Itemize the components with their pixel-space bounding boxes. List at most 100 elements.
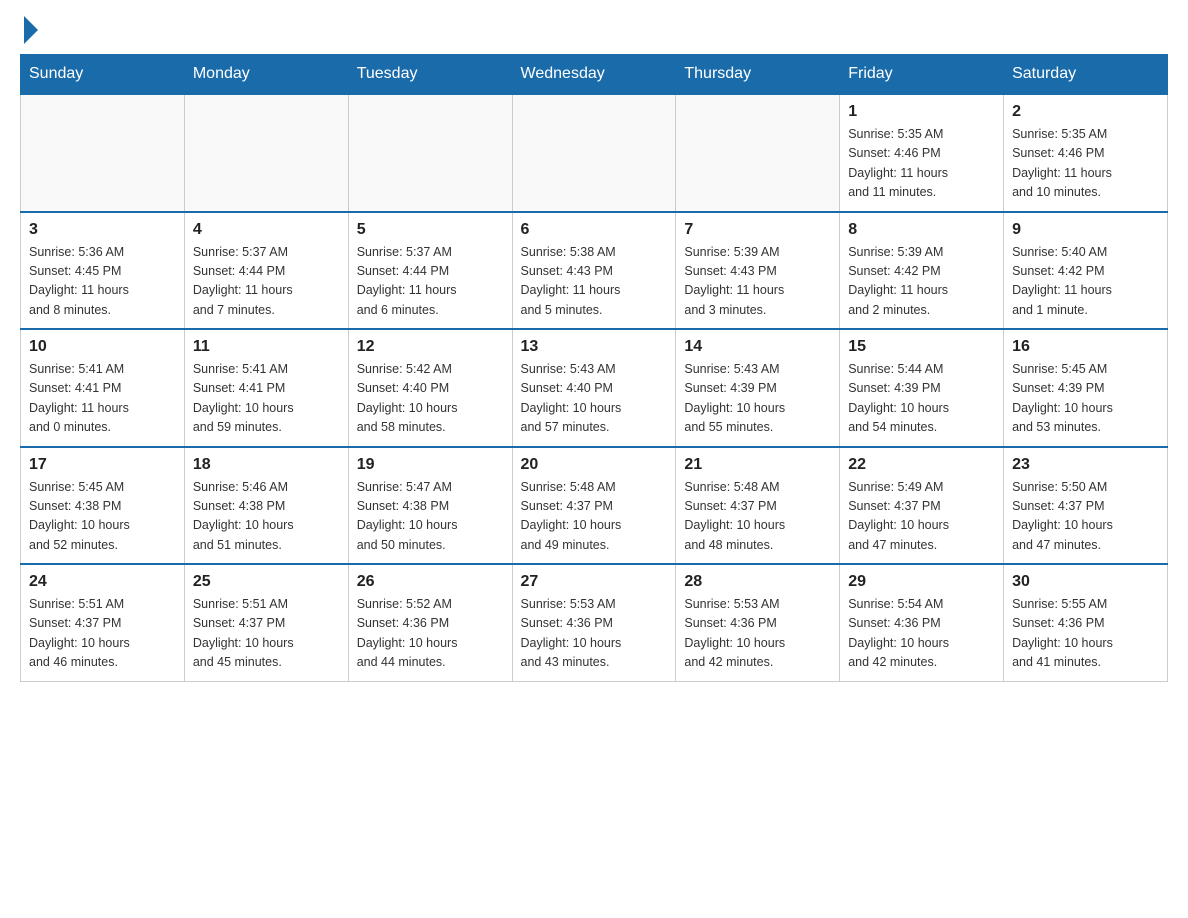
day-info: Sunrise: 5:43 AM Sunset: 4:40 PM Dayligh… xyxy=(521,360,668,438)
day-number: 28 xyxy=(684,573,831,591)
calendar-cell: 12 Sunrise: 5:42 AM Sunset: 4:40 PM Dayli… xyxy=(348,329,512,447)
calendar-cell xyxy=(512,94,676,212)
day-number: 6 xyxy=(521,221,668,239)
day-info: Sunrise: 5:53 AM Sunset: 4:36 PM Dayligh… xyxy=(684,595,831,673)
day-number: 3 xyxy=(29,221,176,239)
day-number: 2 xyxy=(1012,103,1159,121)
page-header xyxy=(20,20,1168,44)
calendar-table: SundayMondayTuesdayWednesdayThursdayFrid… xyxy=(20,54,1168,682)
day-number: 21 xyxy=(684,456,831,474)
calendar-cell: 4 Sunrise: 5:37 AM Sunset: 4:44 PM Daylig… xyxy=(184,212,348,330)
calendar-cell: 3Sunrise: 5:36 AM Sunset: 4:45 PM Daylig… xyxy=(21,212,185,330)
day-info: Sunrise: 5:35 AM Sunset: 4:46 PM Dayligh… xyxy=(1012,125,1159,203)
day-info: Sunrise: 5:39 AM Sunset: 4:42 PM Dayligh… xyxy=(848,243,995,321)
day-number: 8 xyxy=(848,221,995,239)
calendar-cell: 19 Sunrise: 5:47 AM Sunset: 4:38 PM Dayli… xyxy=(348,447,512,565)
weekday-header-thursday: Thursday xyxy=(676,55,840,95)
day-info: Sunrise: 5:53 AM Sunset: 4:36 PM Dayligh… xyxy=(521,595,668,673)
day-info: Sunrise: 5:41 AM Sunset: 4:41 PM Dayligh… xyxy=(193,360,340,438)
calendar-week-2: 3Sunrise: 5:36 AM Sunset: 4:45 PM Daylig… xyxy=(21,212,1168,330)
day-info: Sunrise: 5:45 AM Sunset: 4:39 PM Dayligh… xyxy=(1012,360,1159,438)
day-info: Sunrise: 5:47 AM Sunset: 4:38 PM Dayligh… xyxy=(357,478,504,556)
day-number: 19 xyxy=(357,456,504,474)
day-number: 16 xyxy=(1012,338,1159,356)
day-number: 12 xyxy=(357,338,504,356)
calendar-cell xyxy=(21,94,185,212)
calendar-cell: 8 Sunrise: 5:39 AM Sunset: 4:42 PM Daylig… xyxy=(840,212,1004,330)
weekday-header-monday: Monday xyxy=(184,55,348,95)
day-info: Sunrise: 5:44 AM Sunset: 4:39 PM Dayligh… xyxy=(848,360,995,438)
calendar-cell: 29 Sunrise: 5:54 AM Sunset: 4:36 PM Dayli… xyxy=(840,564,1004,681)
day-info: Sunrise: 5:38 AM Sunset: 4:43 PM Dayligh… xyxy=(521,243,668,321)
day-number: 14 xyxy=(684,338,831,356)
day-number: 13 xyxy=(521,338,668,356)
day-info: Sunrise: 5:37 AM Sunset: 4:44 PM Dayligh… xyxy=(357,243,504,321)
day-info: Sunrise: 5:51 AM Sunset: 4:37 PM Dayligh… xyxy=(193,595,340,673)
calendar-cell xyxy=(348,94,512,212)
day-number: 4 xyxy=(193,221,340,239)
calendar-cell: 7Sunrise: 5:39 AM Sunset: 4:43 PM Daylig… xyxy=(676,212,840,330)
calendar-cell: 21 Sunrise: 5:48 AM Sunset: 4:37 PM Dayli… xyxy=(676,447,840,565)
calendar-week-5: 24 Sunrise: 5:51 AM Sunset: 4:37 PM Dayli… xyxy=(21,564,1168,681)
weekday-header-friday: Friday xyxy=(840,55,1004,95)
day-info: Sunrise: 5:37 AM Sunset: 4:44 PM Dayligh… xyxy=(193,243,340,321)
calendar-cell: 25 Sunrise: 5:51 AM Sunset: 4:37 PM Dayli… xyxy=(184,564,348,681)
calendar-cell: 10Sunrise: 5:41 AM Sunset: 4:41 PM Dayli… xyxy=(21,329,185,447)
weekday-header-sunday: Sunday xyxy=(21,55,185,95)
calendar-cell xyxy=(184,94,348,212)
day-info: Sunrise: 5:41 AM Sunset: 4:41 PM Dayligh… xyxy=(29,360,176,438)
calendar-cell: 13 Sunrise: 5:43 AM Sunset: 4:40 PM Dayli… xyxy=(512,329,676,447)
calendar-cell: 17 Sunrise: 5:45 AM Sunset: 4:38 PM Dayli… xyxy=(21,447,185,565)
day-number: 29 xyxy=(848,573,995,591)
calendar-cell xyxy=(676,94,840,212)
day-info: Sunrise: 5:55 AM Sunset: 4:36 PM Dayligh… xyxy=(1012,595,1159,673)
day-number: 27 xyxy=(521,573,668,591)
calendar-week-1: 1 Sunrise: 5:35 AM Sunset: 4:46 PM Daylig… xyxy=(21,94,1168,212)
calendar-cell: 22 Sunrise: 5:49 AM Sunset: 4:37 PM Dayli… xyxy=(840,447,1004,565)
calendar-cell: 24Sunrise: 5:51 AM Sunset: 4:37 PM Dayli… xyxy=(21,564,185,681)
day-number: 18 xyxy=(193,456,340,474)
day-info: Sunrise: 5:43 AM Sunset: 4:39 PM Dayligh… xyxy=(684,360,831,438)
day-number: 17 xyxy=(29,456,176,474)
logo-arrow-icon xyxy=(24,16,38,44)
day-info: Sunrise: 5:49 AM Sunset: 4:37 PM Dayligh… xyxy=(848,478,995,556)
calendar-cell: 9 Sunrise: 5:40 AM Sunset: 4:42 PM Daylig… xyxy=(1004,212,1168,330)
weekday-header-tuesday: Tuesday xyxy=(348,55,512,95)
day-info: Sunrise: 5:35 AM Sunset: 4:46 PM Dayligh… xyxy=(848,125,995,203)
calendar-cell: 2 Sunrise: 5:35 AM Sunset: 4:46 PM Daylig… xyxy=(1004,94,1168,212)
day-number: 25 xyxy=(193,573,340,591)
calendar-cell: 30Sunrise: 5:55 AM Sunset: 4:36 PM Dayli… xyxy=(1004,564,1168,681)
logo xyxy=(20,20,60,44)
day-number: 20 xyxy=(521,456,668,474)
calendar-cell: 5Sunrise: 5:37 AM Sunset: 4:44 PM Daylig… xyxy=(348,212,512,330)
calendar-cell: 26Sunrise: 5:52 AM Sunset: 4:36 PM Dayli… xyxy=(348,564,512,681)
day-info: Sunrise: 5:42 AM Sunset: 4:40 PM Dayligh… xyxy=(357,360,504,438)
day-info: Sunrise: 5:54 AM Sunset: 4:36 PM Dayligh… xyxy=(848,595,995,673)
day-number: 7 xyxy=(684,221,831,239)
day-number: 9 xyxy=(1012,221,1159,239)
day-number: 11 xyxy=(193,338,340,356)
weekday-header-wednesday: Wednesday xyxy=(512,55,676,95)
weekday-header-row: SundayMondayTuesdayWednesdayThursdayFrid… xyxy=(21,55,1168,95)
day-number: 24 xyxy=(29,573,176,591)
day-info: Sunrise: 5:48 AM Sunset: 4:37 PM Dayligh… xyxy=(521,478,668,556)
calendar-cell: 16 Sunrise: 5:45 AM Sunset: 4:39 PM Dayli… xyxy=(1004,329,1168,447)
calendar-cell: 14 Sunrise: 5:43 AM Sunset: 4:39 PM Dayli… xyxy=(676,329,840,447)
day-info: Sunrise: 5:48 AM Sunset: 4:37 PM Dayligh… xyxy=(684,478,831,556)
calendar-cell: 20 Sunrise: 5:48 AM Sunset: 4:37 PM Dayli… xyxy=(512,447,676,565)
calendar-cell: 1 Sunrise: 5:35 AM Sunset: 4:46 PM Daylig… xyxy=(840,94,1004,212)
day-number: 1 xyxy=(848,103,995,121)
day-info: Sunrise: 5:50 AM Sunset: 4:37 PM Dayligh… xyxy=(1012,478,1159,556)
day-number: 15 xyxy=(848,338,995,356)
day-number: 22 xyxy=(848,456,995,474)
day-info: Sunrise: 5:46 AM Sunset: 4:38 PM Dayligh… xyxy=(193,478,340,556)
calendar-week-3: 10Sunrise: 5:41 AM Sunset: 4:41 PM Dayli… xyxy=(21,329,1168,447)
calendar-week-4: 17 Sunrise: 5:45 AM Sunset: 4:38 PM Dayli… xyxy=(21,447,1168,565)
day-info: Sunrise: 5:40 AM Sunset: 4:42 PM Dayligh… xyxy=(1012,243,1159,321)
calendar-cell: 6 Sunrise: 5:38 AM Sunset: 4:43 PM Daylig… xyxy=(512,212,676,330)
calendar-cell: 27 Sunrise: 5:53 AM Sunset: 4:36 PM Dayli… xyxy=(512,564,676,681)
calendar-cell: 15 Sunrise: 5:44 AM Sunset: 4:39 PM Dayli… xyxy=(840,329,1004,447)
calendar-cell: 18 Sunrise: 5:46 AM Sunset: 4:38 PM Dayli… xyxy=(184,447,348,565)
day-info: Sunrise: 5:45 AM Sunset: 4:38 PM Dayligh… xyxy=(29,478,176,556)
weekday-header-saturday: Saturday xyxy=(1004,55,1168,95)
